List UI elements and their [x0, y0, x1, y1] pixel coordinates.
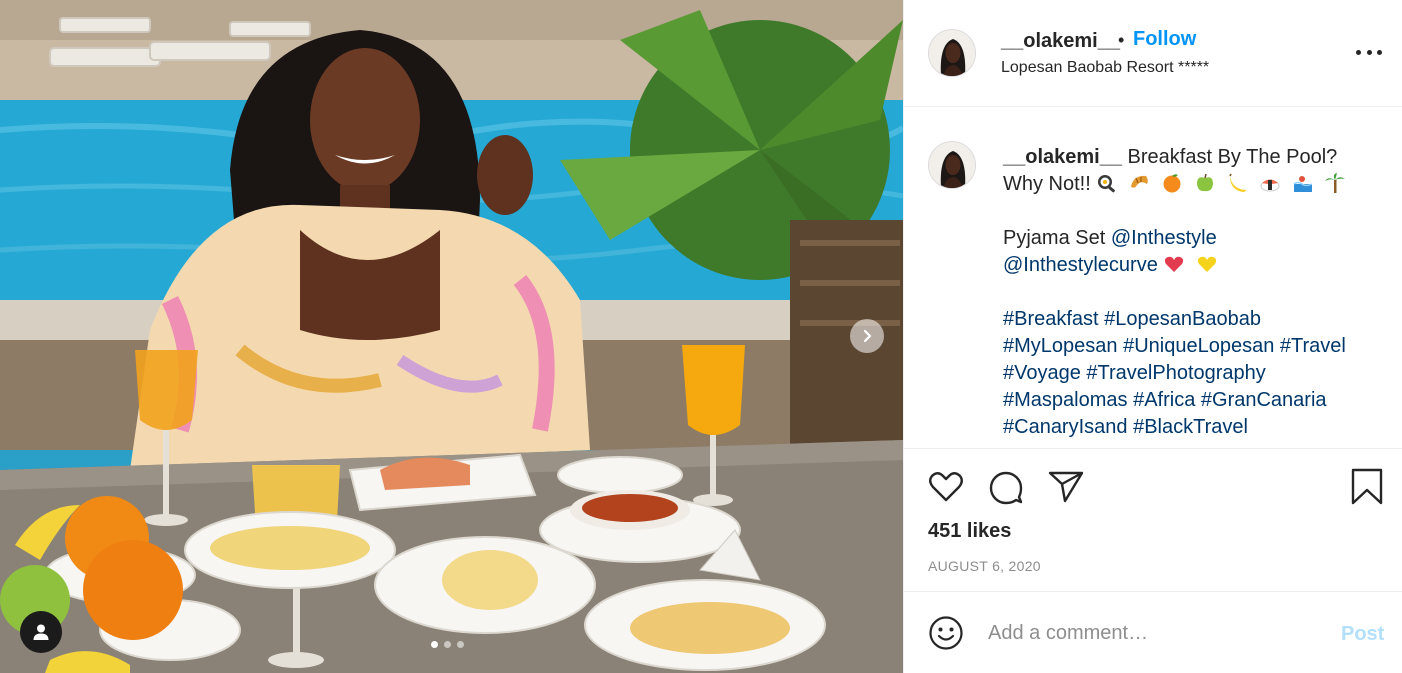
post-caption: __olakemi__ Breakfast By The Pool? Why N… — [1003, 144, 1373, 441]
hashtag-link[interactable]: #Africa — [1133, 389, 1195, 411]
hashtag-link[interactable]: #UniqueLopesan — [1123, 335, 1274, 357]
croissant-icon — [1130, 175, 1148, 188]
hashtag-link[interactable]: #BlackTravel — [1133, 416, 1248, 438]
more-dots-icon — [1377, 49, 1382, 55]
like-button[interactable] — [926, 467, 966, 507]
yellow-heart-icon — [1197, 256, 1217, 272]
hashtag-link[interactable]: #LopesanBaobab — [1104, 308, 1261, 330]
likes-count[interactable]: 451 likes — [928, 520, 1011, 543]
carousel-dot — [457, 641, 464, 648]
share-button[interactable] — [1046, 467, 1086, 507]
post-comment-button[interactable]: Post — [1341, 623, 1384, 646]
orange-icon — [1163, 174, 1181, 193]
green-apple-icon — [1197, 173, 1214, 192]
pool-icon — [1293, 176, 1313, 192]
avatar[interactable] — [928, 141, 976, 189]
emoji-picker-button[interactable] — [928, 615, 964, 651]
caption-text: Pyjama Set — [1003, 227, 1106, 249]
banana-icon — [1228, 173, 1246, 192]
avatar[interactable] — [928, 29, 976, 77]
post-side-panel: __olakemi__ • Follow Lopesan Baobab Reso… — [903, 0, 1402, 673]
smiley-icon — [929, 616, 963, 650]
hashtag-link[interactable]: #Maspalomas — [1003, 389, 1128, 411]
post-location[interactable]: Lopesan Baobab Resort ***** — [1001, 59, 1209, 77]
carousel-dot — [444, 641, 451, 648]
comment-input[interactable] — [988, 618, 1308, 648]
more-dots-icon — [1356, 49, 1361, 55]
mention-link[interactable]: @Inthestylecurve — [1003, 254, 1158, 276]
caption-credits: Pyjama Set @Inthestyle @Inthestylecurve — [1003, 225, 1373, 279]
paper-plane-icon — [1048, 471, 1084, 503]
caption-hashtags: #Breakfast #LopesanBaobab #MyLopesan #Un… — [1003, 306, 1373, 441]
hashtag-link[interactable]: #GranCanaria — [1201, 389, 1327, 411]
frying-pan-egg-icon — [1098, 175, 1116, 193]
red-heart-icon — [1165, 256, 1184, 272]
sushi-icon — [1260, 179, 1280, 192]
caption-text: Breakfast By The Pool? — [1127, 146, 1338, 168]
comment-button[interactable] — [986, 467, 1026, 507]
caption-section: __olakemi__ Breakfast By The Pool? Why N… — [904, 108, 1402, 448]
user-tag-button[interactable] — [20, 611, 62, 653]
hashtag-link[interactable]: #Breakfast — [1003, 308, 1099, 330]
mention-link[interactable]: @Inthestyle — [1111, 227, 1217, 249]
carousel-dot-active — [431, 641, 438, 648]
palm-tree-icon — [1325, 173, 1346, 193]
caption-first-line: __olakemi__ Breakfast By The Pool? — [1003, 144, 1373, 171]
post-photo[interactable] — [0, 0, 903, 673]
hashtag-link[interactable]: #CanaryIsand — [1003, 416, 1128, 438]
save-button[interactable] — [1347, 467, 1387, 507]
hashtag-link[interactable]: #MyLopesan — [1003, 335, 1118, 357]
follow-button[interactable]: Follow — [1133, 28, 1196, 51]
post-date: AUGUST 6, 2020 — [928, 558, 1041, 574]
hashtag-link[interactable]: #Travel — [1280, 335, 1346, 357]
caption-username[interactable]: __olakemi__ — [1003, 146, 1122, 168]
user-tag-icon — [33, 624, 49, 640]
post-header: __olakemi__ • Follow Lopesan Baobab Reso… — [904, 0, 1402, 107]
header-separator: • — [1118, 30, 1125, 50]
chevron-right-icon — [863, 329, 872, 343]
profile-picture — [929, 30, 975, 76]
more-dots-icon — [1366, 49, 1372, 55]
heart-icon — [929, 472, 963, 502]
post-actions: 451 likes AUGUST 6, 2020 — [904, 448, 1402, 591]
hashtag-link[interactable]: #TravelPhotography — [1086, 362, 1265, 384]
profile-picture — [929, 142, 975, 188]
add-comment-bar: Post — [904, 591, 1402, 673]
breakfast-by-the-pool-photo — [0, 0, 903, 673]
carousel-indicator — [431, 641, 464, 648]
comment-bubble-icon — [989, 471, 1023, 505]
bookmark-icon — [1351, 468, 1383, 505]
next-slide-button[interactable] — [850, 319, 884, 353]
more-options-button[interactable] — [1356, 42, 1382, 62]
caption-second-line: Why Not!! — [1003, 171, 1373, 198]
post-author-username[interactable]: __olakemi__ — [1001, 30, 1120, 53]
caption-text: Why Not!! — [1003, 173, 1091, 195]
hashtag-link[interactable]: #Voyage — [1003, 362, 1081, 384]
